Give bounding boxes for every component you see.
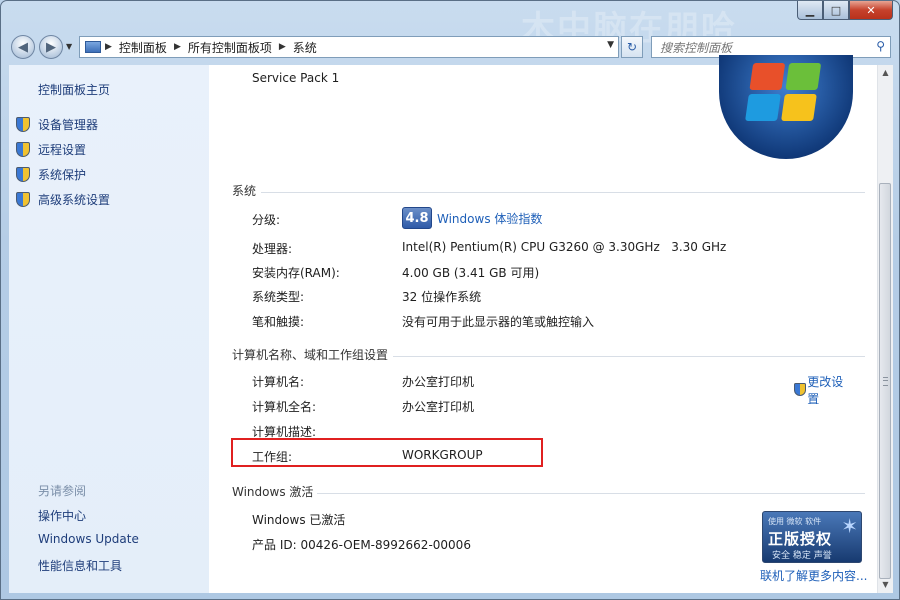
close-button[interactable]: ✕ — [849, 1, 893, 20]
row-value: 办公室打印机 — [402, 375, 475, 389]
title-bar[interactable]: 木中脑在朋哈 ▁ □ ✕ — [1, 1, 899, 49]
change-settings-link[interactable]: 更改设置 — [794, 373, 852, 407]
row-value: 没有可用于此显示器的笔或触控输入 — [402, 315, 595, 329]
row-label: 系统类型: — [252, 290, 305, 304]
maximize-button[interactable]: □ — [823, 1, 849, 20]
score-badge: 4.8 — [402, 207, 432, 229]
section-divider — [393, 356, 865, 357]
windows-logo — [719, 55, 853, 159]
breadcrumb-all-items[interactable]: 所有控制面板项 — [188, 39, 272, 56]
workgroup-highlight-box — [231, 438, 543, 467]
scroll-down-icon[interactable]: ▼ — [878, 577, 893, 593]
star-icon: ✶ — [841, 514, 858, 538]
genuine-main-text: 正版授权 — [768, 530, 833, 548]
row-label: 计算机名: — [252, 375, 305, 389]
row-label: 计算机全名: — [252, 400, 317, 414]
address-dropdown-icon[interactable]: ▼ — [607, 40, 614, 50]
row-value: Intel(R) Pentium(R) CPU G3260 @ 3.30GHz … — [402, 240, 727, 254]
genuine-sub-text: 安全 稳定 声誉 — [772, 551, 832, 561]
address-bar[interactable]: ▶ 控制面板 ▶ 所有控制面板项 ▶ 系统 ▼ — [79, 36, 619, 58]
genuine-badge: 使用 微软 软件 正版授权 安全 稳定 声誉 ✶ — [762, 511, 862, 563]
activation-section-heading: Windows 激活 — [232, 485, 314, 499]
sidebar-item-label: 系统保护 — [38, 168, 87, 182]
section-divider — [317, 493, 865, 494]
vertical-scrollbar[interactable]: ▲ ▼ — [877, 65, 893, 593]
see-also-heading: 另请参阅 — [38, 484, 87, 498]
sidebar-item-advanced-settings[interactable]: 高级系统设置 — [16, 191, 110, 208]
sidebar-item-label: 远程设置 — [38, 143, 87, 157]
product-id: 产品 ID: 00426-OEM-8992662-00006 — [252, 538, 471, 552]
sidebar-item-remote-settings[interactable]: 远程设置 — [16, 141, 86, 158]
service-pack-text: Service Pack 1 — [252, 71, 340, 85]
back-arrow-icon[interactable]: ◀ — [11, 35, 35, 59]
row-value: 4.00 GB (3.41 GB 可用) — [402, 266, 540, 280]
forward-arrow-icon[interactable]: ▶ — [39, 35, 63, 59]
sidebar-home-link[interactable]: 控制面板主页 — [38, 81, 110, 98]
activation-status: Windows 已激活 — [252, 513, 346, 527]
action-center-link[interactable]: 操作中心 — [38, 507, 86, 524]
sidebar: 控制面板主页 设备管理器 远程设置 系统保护 高级系统设置 另请参阅 操作中心 … — [9, 65, 209, 593]
shield-icon — [794, 383, 806, 397]
breadcrumb-arrow-icon[interactable]: ▶ — [174, 42, 181, 52]
section-divider — [261, 192, 865, 193]
sidebar-item-system-protection[interactable]: 系统保护 — [16, 166, 86, 183]
chevron-down-icon[interactable]: ▼ — [66, 42, 72, 51]
sidebar-item-label: 高级系统设置 — [38, 193, 111, 207]
windows-update-link[interactable]: Windows Update — [38, 532, 139, 546]
system-section-heading: 系统 — [232, 184, 257, 198]
scroll-thumb[interactable] — [879, 183, 891, 579]
shield-icon — [16, 141, 30, 158]
breadcrumb-arrow-icon[interactable]: ▶ — [105, 42, 112, 52]
performance-tools-link[interactable]: 性能信息和工具 — [38, 557, 122, 574]
caption-buttons: ▁ □ ✕ — [797, 1, 893, 20]
row-label: 处理器: — [252, 242, 293, 256]
breadcrumb-arrow-icon[interactable]: ▶ — [279, 42, 286, 52]
shield-icon — [16, 166, 30, 183]
experience-index-link[interactable]: Windows 体验指数 — [437, 210, 542, 227]
computer-section-heading: 计算机名称、域和工作组设置 — [232, 348, 389, 362]
row-label: 安装内存(RAM): — [252, 266, 340, 280]
scroll-up-icon[interactable]: ▲ — [878, 65, 893, 81]
learn-more-link[interactable]: 联机了解更多内容... — [760, 567, 867, 584]
refresh-icon[interactable]: ↻ — [621, 36, 643, 58]
shield-icon — [16, 116, 30, 133]
system-window: 木中脑在朋哈 ▁ □ ✕ ◀ ▶ ▼ ▶ 控制面板 ▶ 所有控制面板项 ▶ 系统… — [0, 0, 900, 600]
row-value: 办公室打印机 — [402, 400, 475, 414]
minimize-button[interactable]: ▁ — [797, 1, 823, 20]
breadcrumb-system[interactable]: 系统 — [293, 39, 317, 56]
shield-icon — [16, 191, 30, 208]
change-settings-label: 更改设置 — [807, 375, 844, 406]
control-panel-icon — [85, 41, 101, 53]
breadcrumb-control-panel[interactable]: 控制面板 — [119, 39, 167, 56]
experience-index[interactable]: 4.8 Windows 体验指数 — [402, 207, 542, 229]
sidebar-item-label: 设备管理器 — [38, 118, 99, 132]
search-icon[interactable]: ⚲ — [876, 39, 885, 53]
main-content: Service Pack 1 系统 分级: 4.8 Windows 体验指数 处… — [209, 55, 877, 593]
row-value: 32 位操作系统 — [402, 290, 482, 304]
row-label: 分级: — [252, 213, 281, 227]
row-label: 笔和触摸: — [252, 315, 305, 329]
sidebar-item-device-manager[interactable]: 设备管理器 — [16, 116, 98, 133]
genuine-top-text: 使用 微软 软件 — [768, 517, 822, 526]
